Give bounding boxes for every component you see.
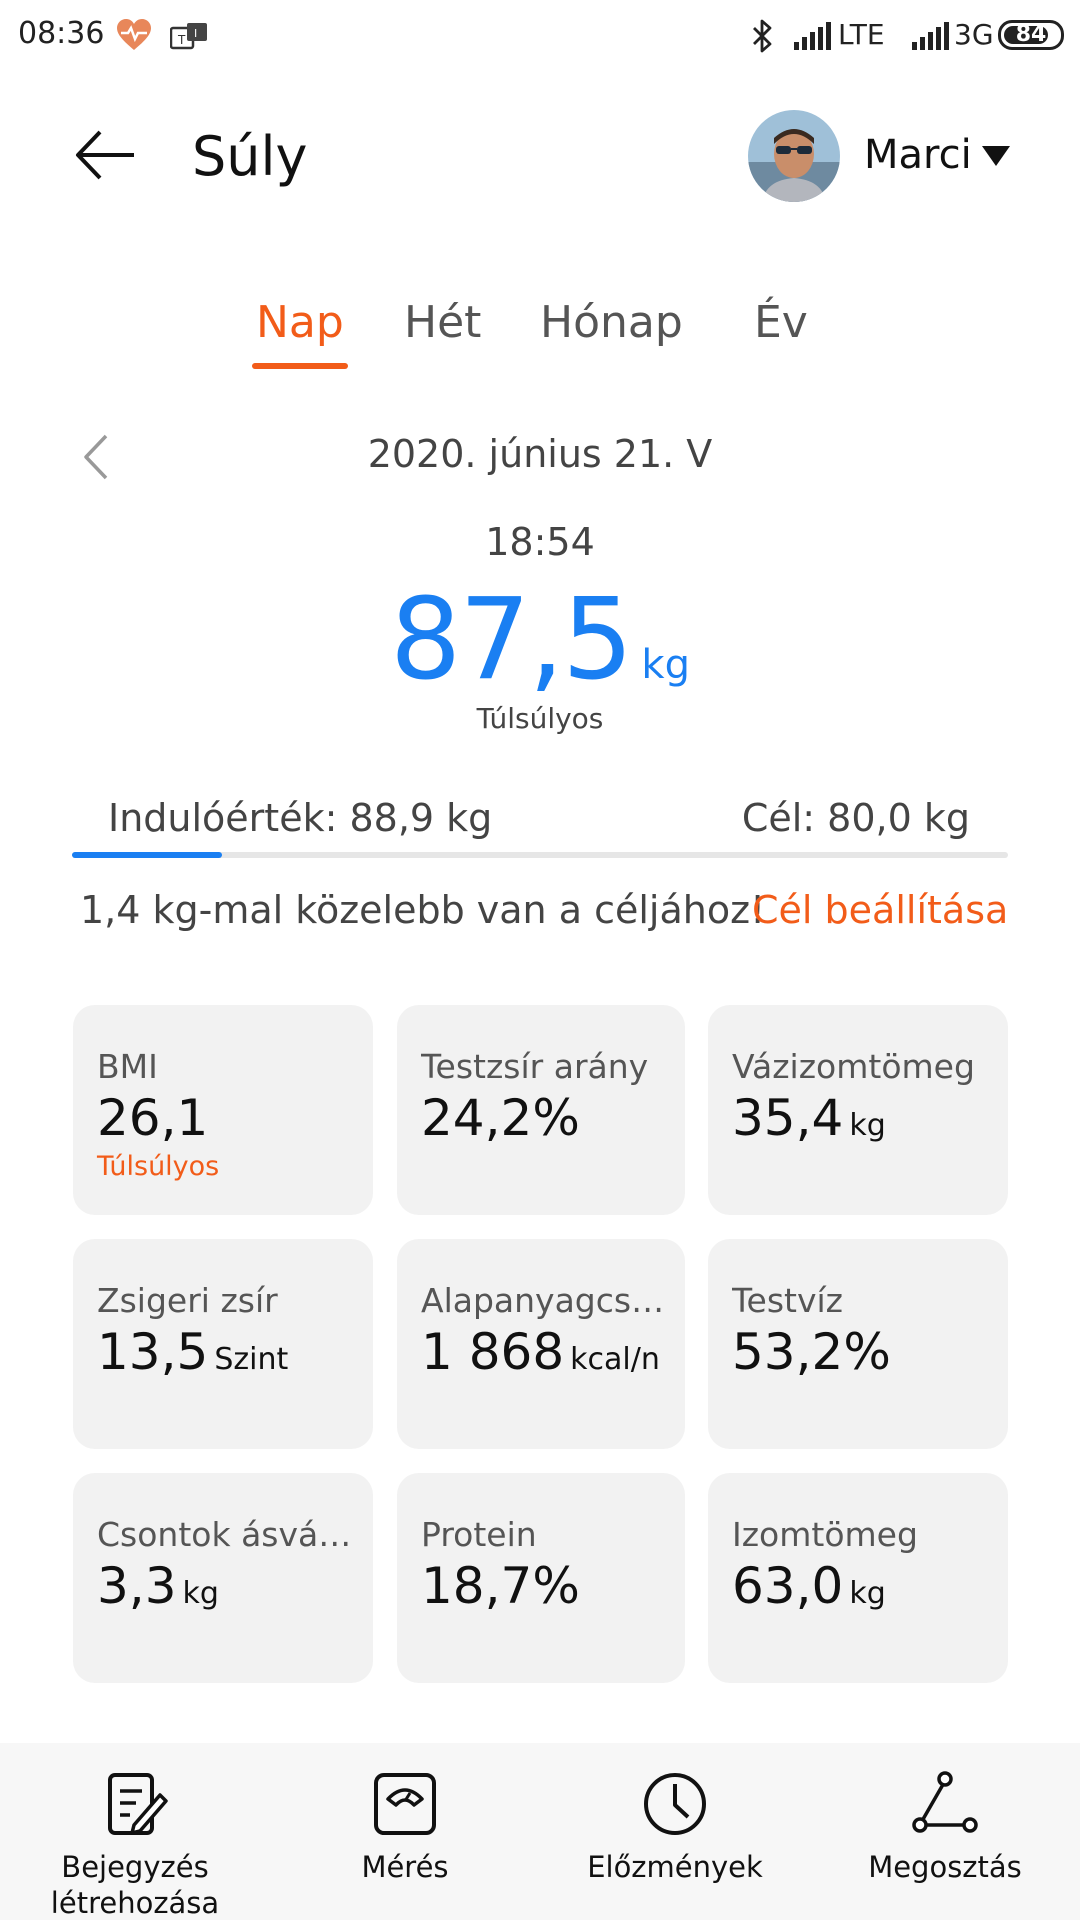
metric-card-bone-mineral[interactable]: Csontok ásvá… 3,3 kg	[73, 1473, 373, 1683]
metric-value: 13,5 Szint	[97, 1323, 289, 1381]
metric-label: Testvíz	[732, 1281, 844, 1320]
create-entry-button[interactable]: Bejegyzés létrehozása	[20, 1743, 250, 1920]
bluetooth-icon	[753, 19, 772, 53]
goal-progress-bar	[72, 852, 1008, 858]
metric-card-body-water[interactable]: Testvíz 53,2%	[708, 1239, 1008, 1449]
nav-label: Mérés	[361, 1850, 449, 1884]
tab-day[interactable]: Nap	[256, 297, 344, 348]
svg-text:T: T	[177, 33, 186, 47]
svg-text:I: I	[194, 27, 197, 40]
share-icon	[912, 1771, 978, 1833]
clock-icon	[644, 1773, 706, 1835]
time-label: 18:54	[485, 520, 595, 564]
metric-label: Zsigeri zsír	[97, 1281, 278, 1320]
metric-label: Csontok ásvá…	[97, 1515, 352, 1554]
metric-label: Vázizomtömeg	[732, 1047, 975, 1086]
avatar-photo	[748, 110, 840, 202]
heart-rate-icon	[117, 19, 151, 50]
signal-strength-icon-2	[912, 22, 949, 50]
network-type-label-2: 3G	[954, 18, 994, 51]
status-bar: 08:36 T I LTE 3G 84	[0, 0, 1080, 72]
metric-value: 18,7%	[421, 1557, 580, 1615]
metric-card-bmi[interactable]: BMI 26,1 Túlsúlyos	[73, 1005, 373, 1215]
goal-value-label: Cél: 80,0 kg	[741, 796, 970, 840]
page-title: Súly	[192, 125, 308, 188]
metric-value: 1 868 kcal/n	[421, 1323, 660, 1381]
weight-unit: kg	[641, 642, 690, 688]
signal-strength-icon	[794, 22, 831, 50]
weight-value: 87,5	[390, 575, 633, 705]
goal-progress-fill	[72, 852, 222, 858]
metric-card-protein[interactable]: Protein 18,7%	[397, 1473, 685, 1683]
measure-button[interactable]: Mérés	[290, 1743, 520, 1920]
metric-status: Túlsúlyos	[97, 1151, 220, 1182]
weight-status: Túlsúlyos	[476, 702, 604, 735]
metric-card-body-fat[interactable]: Testzsír arány 24,2%	[397, 1005, 685, 1215]
metric-label: BMI	[97, 1047, 158, 1086]
metric-value: 53,2%	[732, 1323, 891, 1381]
tab-week[interactable]: Hét	[404, 297, 481, 348]
active-tab-indicator	[252, 363, 348, 369]
metric-value: 35,4 kg	[732, 1089, 886, 1147]
history-button[interactable]: Előzmények	[560, 1743, 790, 1920]
network-type-label: LTE	[838, 18, 885, 51]
weight-display: 87,5 kg	[0, 575, 1080, 705]
edit-note-icon	[108, 1773, 168, 1835]
avatar[interactable]	[748, 110, 840, 202]
metric-value: 24,2%	[421, 1089, 580, 1147]
metric-label: Izomtömeg	[732, 1515, 918, 1554]
share-button[interactable]: Megosztás	[830, 1743, 1060, 1920]
metric-value: 3,3 kg	[97, 1557, 219, 1615]
progress-message: 1,4 kg-mal közelebb van a céljához!	[80, 888, 766, 932]
date-label: 2020. június 21. V	[367, 432, 713, 476]
tab-month[interactable]: Hónap	[540, 297, 683, 348]
notification-app-icon: T I	[170, 23, 207, 50]
nav-label: Bejegyzés létrehozása	[50, 1850, 220, 1920]
metric-label: Alapanyagcs…	[421, 1281, 665, 1320]
metric-card-visceral-fat[interactable]: Zsigeri zsír 13,5 Szint	[73, 1239, 373, 1449]
nav-label: Előzmények	[587, 1850, 763, 1884]
set-goal-link[interactable]: Cél beállítása	[752, 888, 1008, 932]
back-arrow-icon[interactable]	[70, 120, 140, 190]
scale-icon	[374, 1773, 436, 1835]
metric-value: 63,0 kg	[732, 1557, 886, 1615]
tab-year[interactable]: Év	[754, 297, 808, 348]
metric-card-bmr[interactable]: Alapanyagcs… 1 868 kcal/n	[397, 1239, 685, 1449]
metric-label: Testzsír arány	[421, 1047, 649, 1086]
status-time: 08:36	[18, 16, 105, 51]
nav-label: Megosztás	[868, 1850, 1022, 1884]
start-value-label: Indulóérték: 88,9 kg	[108, 796, 493, 840]
user-name[interactable]: Marci	[864, 132, 972, 178]
metric-card-skeletal-muscle[interactable]: Vázizomtömeg 35,4 kg	[708, 1005, 1008, 1215]
battery-level: 84	[1015, 22, 1047, 47]
metric-label: Protein	[421, 1515, 537, 1554]
battery-icon: 84	[998, 20, 1064, 50]
bottom-action-bar: Bejegyzés létrehozása Mérés Előzmények M…	[0, 1743, 1080, 1920]
metric-value: 26,1	[97, 1089, 209, 1147]
chevron-down-icon[interactable]	[982, 146, 1010, 166]
metric-card-muscle-mass[interactable]: Izomtömeg 63,0 kg	[708, 1473, 1008, 1683]
